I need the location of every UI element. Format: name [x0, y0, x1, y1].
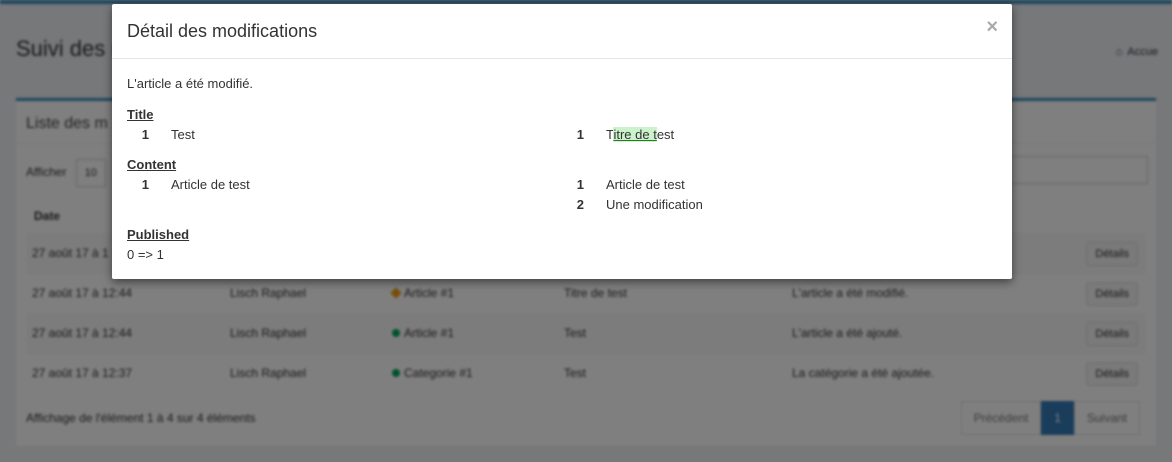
- line-text: Titre de test: [606, 127, 674, 142]
- published-change: 0 => 1: [127, 247, 164, 262]
- changes-detail-modal: Détail des modifications × L'article a é…: [112, 4, 1012, 279]
- line-number: 1: [141, 127, 149, 142]
- line-text: Une modification: [606, 197, 703, 212]
- line-text: Article de test: [171, 177, 250, 192]
- section-title-label: Title: [127, 107, 154, 122]
- text-unchanged: est: [656, 127, 675, 142]
- section-content-label: Content: [127, 157, 177, 172]
- line-text: Test: [171, 127, 195, 142]
- change-summary: L'article a été modifié.: [127, 76, 254, 91]
- line-number: 1: [141, 177, 149, 192]
- line-number: 2: [576, 197, 584, 212]
- section-published-label: Published: [127, 227, 190, 242]
- line-number: 1: [576, 127, 584, 142]
- modal-header: Détail des modifications ×: [112, 4, 1012, 59]
- modal-title: Détail des modifications: [127, 21, 318, 41]
- close-button[interactable]: ×: [986, 16, 998, 39]
- text-inserted: itre de t: [613, 127, 657, 142]
- line-number: 1: [576, 177, 584, 192]
- line-text: Article de test: [606, 177, 685, 192]
